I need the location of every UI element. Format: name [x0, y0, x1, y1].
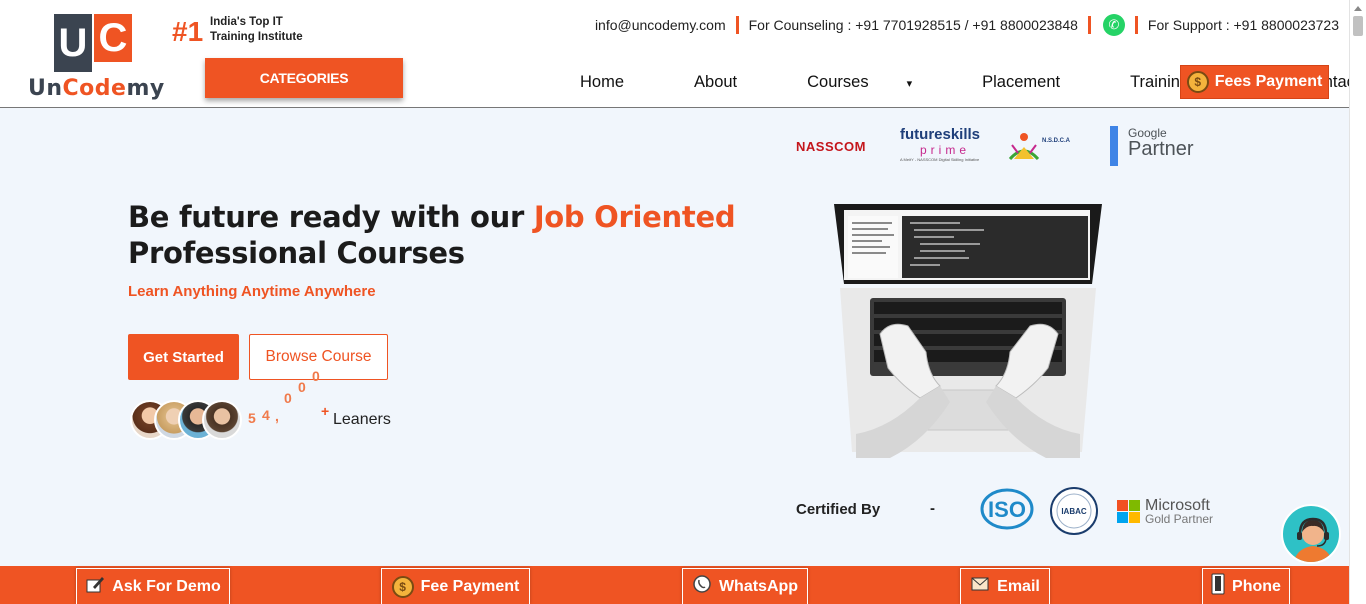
ask-demo-button[interactable]: Ask For Demo	[76, 568, 230, 604]
laptop-hero-image	[834, 204, 1102, 458]
ms-square	[1129, 512, 1140, 523]
nav-label: Courses	[807, 73, 869, 91]
ms-tier: Gold Partner	[1145, 512, 1214, 526]
microsoft-gold-partner-logo: Microsoft Gold Partner	[1117, 497, 1217, 528]
nsdca-emblem-icon	[1008, 133, 1040, 161]
count-digit: 5	[248, 410, 256, 426]
coin-icon: $	[391, 575, 414, 598]
futureskills-title: futureskills	[900, 126, 981, 143]
certified-by-label: Certified By	[796, 501, 881, 518]
fee-payment-label: Fee Payment	[420, 577, 520, 595]
learners-label: Leaners	[333, 411, 391, 428]
count-digit: 4	[262, 407, 270, 423]
support-agent-chat-icon[interactable]	[1281, 504, 1341, 564]
divider	[1087, 16, 1091, 34]
certified-separator: -	[930, 500, 935, 517]
hero-title-highlight: Job Oriented	[533, 200, 736, 234]
logo-name-part: Un	[28, 76, 63, 101]
phone-button[interactable]: Phone	[1202, 568, 1290, 604]
hero-title-line-2: Professional Courses	[128, 236, 465, 270]
nav-placement[interactable]: Placement	[982, 73, 1095, 92]
uncodemy-logo[interactable]: U C UnCodemy	[28, 14, 168, 104]
nav-home[interactable]: Home	[580, 73, 659, 92]
nasscom-logo: NASSCOM	[796, 139, 866, 154]
iso-text: ISO	[988, 497, 1026, 522]
learner-count: 5 4 , 0 0 0 +	[248, 368, 338, 438]
iabac-logo: IABAC	[1050, 487, 1098, 535]
email-label: Email	[997, 577, 1040, 595]
categories-button[interactable]: CATEGORIES	[205, 58, 403, 98]
chevron-down-icon: ▾	[906, 78, 913, 90]
bottom-action-bar: Ask For Demo $ Fee Payment WhatsApp Emai…	[0, 566, 1349, 604]
count-digit: ,	[275, 408, 279, 424]
iabac-text: IABAC	[1061, 507, 1087, 516]
email-button[interactable]: Email	[960, 568, 1050, 604]
count-plus: +	[321, 403, 330, 419]
contact-info: info@uncodemy.com For Counseling : +91 7…	[595, 14, 1339, 36]
nav-label: About	[694, 73, 738, 91]
logo-name: UnCodemy	[28, 76, 165, 101]
fee-payment-button[interactable]: $ Fee Payment	[381, 568, 530, 604]
iso-logo: ISO	[980, 488, 1034, 530]
scroll-up-arrow-icon[interactable]	[1354, 6, 1362, 11]
partner-text: Partner	[1128, 138, 1194, 160]
count-digit: 0	[298, 379, 306, 395]
whatsapp-label: WhatsApp	[718, 577, 799, 595]
whatsapp-icon	[692, 574, 712, 599]
nav-label: Home	[580, 73, 625, 91]
ms-square	[1129, 500, 1140, 511]
hero-subtitle: Learn Anything Anytime Anywhere	[128, 283, 376, 300]
futureskills-logo: futureskills prime A MeitY - NASSCOM Dig…	[900, 126, 990, 168]
nsdca-logo: N.S.D.C.A	[1006, 129, 1078, 165]
scrollbar-thumb[interactable]	[1353, 16, 1363, 36]
fees-payment-label: Fees Payment	[1214, 73, 1323, 90]
nsdca-text: N.S.D.C.A	[1042, 138, 1071, 144]
nav-courses[interactable]: Courses ▾	[807, 73, 947, 92]
hero-title-line-1: Be future ready with our Job Oriented	[128, 200, 736, 234]
divider	[1134, 16, 1138, 34]
futureskills-tagline: A MeitY - NASSCOM Digital Skilling Initi…	[900, 157, 980, 162]
ms-square	[1117, 512, 1128, 523]
count-digit: 0	[284, 390, 292, 406]
agent-avatar-icon	[1293, 517, 1333, 562]
logo-name-part: my	[126, 76, 165, 101]
ask-demo-label: Ask For Demo	[112, 577, 221, 595]
rank-text-line: India's Top IT	[210, 16, 283, 28]
google-partner-logo: Google Partner	[1110, 126, 1216, 166]
logo-mark-c: C	[94, 14, 132, 62]
rank-text: India's Top IT Training Institute	[210, 15, 320, 45]
nav-about[interactable]: About	[694, 73, 772, 92]
support-phone[interactable]: For Support : +91 8800023723	[1148, 17, 1339, 33]
logo-mark-u: U	[54, 14, 92, 72]
whatsapp-button[interactable]: WhatsApp	[682, 568, 808, 604]
counseling-phone[interactable]: For Counseling : +91 7701928515 / +91 88…	[749, 17, 1078, 33]
page-scrollbar[interactable]	[1349, 0, 1366, 604]
envelope-icon	[970, 574, 990, 599]
email-link[interactable]: info@uncodemy.com	[595, 17, 726, 33]
rank-badge: #1	[172, 16, 204, 47]
logo-name-accent: Code	[62, 76, 127, 101]
phone-icon	[1211, 573, 1225, 600]
futureskills-subtitle: prime	[919, 143, 970, 157]
fees-payment-button[interactable]: $ Fees Payment	[1180, 65, 1329, 99]
divider	[735, 16, 739, 34]
rank-text-line: Training Institute	[210, 31, 303, 43]
avatar	[202, 400, 242, 440]
count-digit: 0	[312, 368, 320, 384]
whatsapp-icon[interactable]: ✆	[1102, 14, 1125, 36]
logo-mark: U C	[54, 14, 134, 72]
ms-square	[1117, 500, 1128, 511]
learner-avatars	[130, 400, 246, 442]
phone-label: Phone	[1232, 577, 1281, 595]
coin-icon: $	[1186, 71, 1209, 93]
hero-title-part: Be future ready with our	[128, 200, 534, 234]
partner-logos: NASSCOM futureskills prime A MeitY - NAS…	[796, 126, 1216, 168]
nav-label: Placement	[982, 73, 1061, 91]
pen-paper-icon	[85, 574, 105, 599]
get-started-button[interactable]: Get Started	[128, 334, 239, 380]
